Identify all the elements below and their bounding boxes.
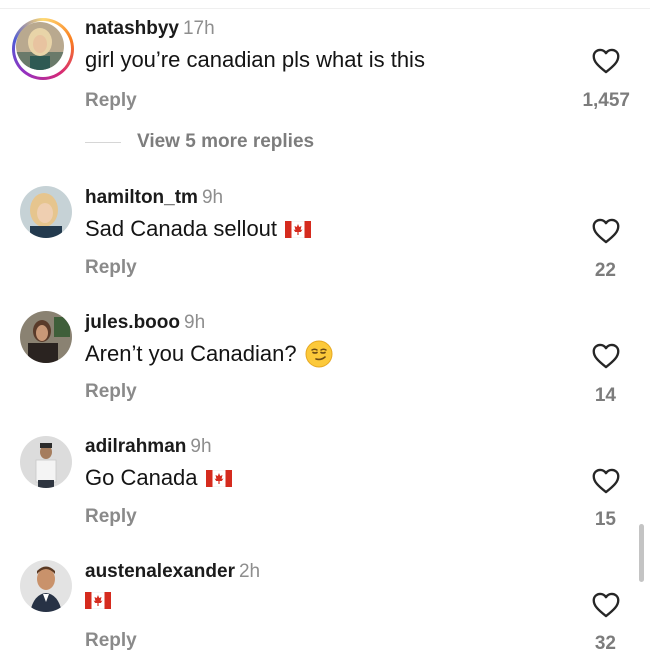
reply-button[interactable]: Reply	[85, 257, 137, 279]
avatar[interactable]	[16, 22, 64, 70]
reply-button[interactable]: Reply	[85, 630, 137, 652]
canada-flag-icon	[85, 592, 111, 609]
timestamp: 9h	[190, 436, 212, 457]
heart-icon[interactable]	[592, 48, 620, 74]
view-more-replies[interactable]: View 5 more replies	[85, 130, 314, 154]
username[interactable]: natashbyy	[85, 18, 179, 39]
username[interactable]: jules.booo	[85, 312, 180, 333]
timestamp: 9h	[201, 187, 224, 208]
comment-text	[85, 592, 111, 609]
timestamp: 2h	[238, 561, 261, 582]
comment-meta: adilrahman 9h	[85, 436, 212, 458]
like-count: 22	[594, 260, 616, 281]
avatar[interactable]	[20, 560, 72, 612]
avatar[interactable]	[20, 436, 72, 488]
timestamp: 9h	[184, 312, 206, 333]
comment-meta: natashbyy 17h	[85, 18, 215, 40]
username[interactable]: hamilton_tm	[85, 187, 198, 208]
heart-icon[interactable]	[592, 592, 620, 618]
like-count: 1,457	[582, 90, 630, 111]
reply-button[interactable]: Reply	[85, 381, 137, 403]
canada-flag-icon	[285, 220, 312, 238]
reply-button[interactable]: Reply	[85, 90, 137, 112]
view-more-replies-label[interactable]: View 5 more replies	[137, 131, 314, 153]
comment-meta: hamilton_tm 9h	[85, 187, 223, 209]
comment-text: girl you’re canadian pls what is this	[85, 47, 425, 72]
timestamp: 17h	[182, 18, 215, 39]
comment-text: Sad Canada sellout	[85, 216, 312, 242]
heart-icon[interactable]	[592, 468, 620, 494]
top-divider	[0, 8, 650, 9]
username[interactable]: adilrahman	[85, 436, 186, 457]
heart-icon[interactable]	[592, 343, 620, 369]
like-count: 15	[594, 509, 616, 530]
username[interactable]: austenalexander	[85, 561, 235, 582]
thread-line	[85, 141, 121, 143]
like-count: 14	[594, 385, 616, 406]
canada-flag-icon	[205, 469, 232, 487]
like-count: 32	[594, 633, 616, 654]
scrollbar[interactable]	[639, 524, 644, 582]
reply-button[interactable]: Reply	[85, 506, 137, 528]
smirking-face-icon	[305, 340, 333, 368]
comment-meta: jules.booo 9h	[85, 312, 205, 334]
avatar[interactable]	[20, 186, 72, 238]
heart-icon[interactable]	[592, 218, 620, 244]
comment-meta: austenalexander 2h	[85, 561, 260, 583]
comment-text: Go Canada	[85, 465, 232, 491]
story-ring[interactable]	[12, 18, 74, 80]
comment-text: Aren’t you Canadian?	[85, 340, 333, 368]
avatar[interactable]	[20, 311, 72, 363]
